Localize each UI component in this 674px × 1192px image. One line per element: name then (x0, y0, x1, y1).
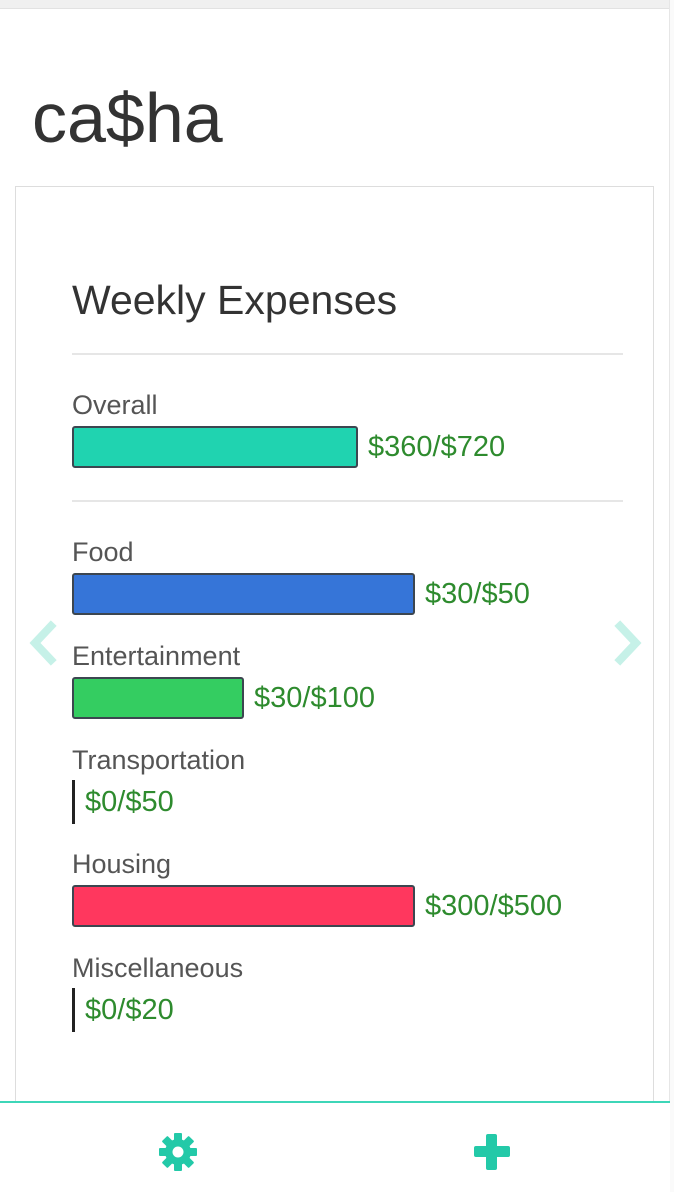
plus-icon (474, 1134, 510, 1170)
category-amount: $30/$50 (425, 577, 530, 610)
category-bar-line: $30/$100 (72, 675, 632, 721)
card-title: Weekly Expenses (72, 277, 398, 323)
category-amount: $300/$500 (425, 889, 563, 922)
category-progress-bar (72, 988, 75, 1032)
title-divider (72, 353, 623, 355)
settings-button[interactable] (157, 1131, 199, 1173)
category-label: Housing (72, 849, 172, 879)
category-amount: $30/$100 (254, 681, 375, 714)
category-row: Entertainment $30/$100 (72, 641, 632, 721)
category-bar-line: $30/$50 (72, 571, 632, 617)
category-bar-line: $300/$500 (72, 883, 632, 929)
category-progress-bar (72, 573, 415, 615)
category-amount: $0/$20 (85, 993, 174, 1026)
app-title: ca$ha (32, 79, 223, 157)
expenses-card: Weekly Expenses Overall $360/$720 Food $3… (15, 186, 654, 1186)
status-bar-edge (0, 0, 674, 9)
category-row: Housing $300/$500 (72, 849, 632, 929)
category-row: Food $30/$50 (72, 537, 632, 617)
overall-row: Overall $360/$720 (72, 390, 632, 470)
chevron-left-icon (29, 620, 57, 666)
gear-icon (159, 1133, 197, 1171)
category-bar-line: $0/$50 (72, 779, 632, 825)
category-label: Transportation (72, 745, 246, 775)
chevron-right-icon (614, 620, 642, 666)
add-expense-button[interactable] (471, 1131, 513, 1173)
next-week-button[interactable] (610, 620, 644, 666)
category-row: Transportation $0/$50 (72, 745, 632, 825)
category-label: Food (72, 537, 134, 567)
overall-amount: $360/$720 (368, 430, 506, 463)
overall-progress-bar (72, 426, 358, 468)
category-progress-bar (72, 780, 75, 824)
previous-week-button[interactable] (27, 620, 61, 666)
overall-bar-line: $360/$720 (72, 424, 632, 470)
bottom-toolbar (0, 1103, 670, 1192)
window-edge (669, 0, 674, 1192)
category-progress-bar (72, 677, 244, 719)
category-amount: $0/$50 (85, 785, 174, 818)
category-label: Miscellaneous (72, 953, 244, 983)
category-row: Miscellaneous $0/$20 (72, 953, 632, 1033)
category-label: Entertainment (72, 641, 241, 671)
category-progress-bar (72, 885, 415, 927)
overall-label: Overall (72, 390, 158, 420)
category-bar-line: $0/$20 (72, 987, 632, 1033)
overall-divider (72, 500, 623, 502)
